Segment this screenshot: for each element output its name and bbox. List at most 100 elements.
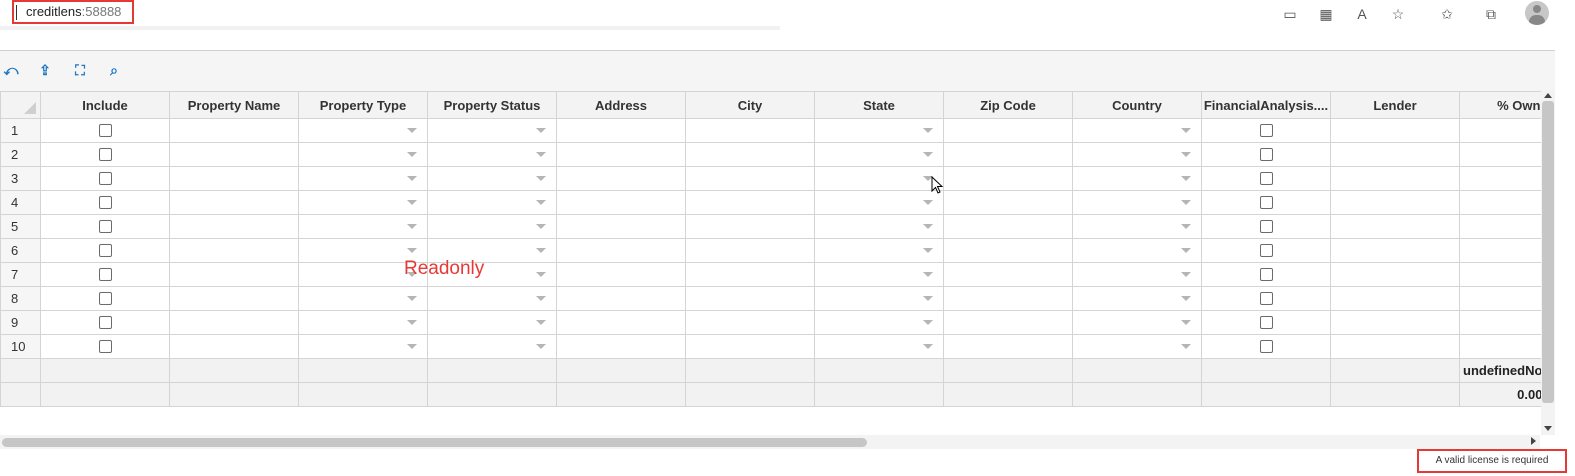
device-icon[interactable]: ▭ <box>1280 4 1300 24</box>
checkbox[interactable] <box>98 340 112 353</box>
chevron-down-icon[interactable] <box>536 128 546 133</box>
text-cell[interactable] <box>943 286 1073 311</box>
dropdown-cell[interactable] <box>814 310 944 335</box>
collections-icon[interactable]: ⧉ <box>1481 4 1501 24</box>
text-cell[interactable] <box>169 142 299 167</box>
dropdown[interactable] <box>816 192 943 214</box>
checkbox-cell[interactable] <box>1201 262 1331 287</box>
column-header[interactable]: State <box>814 91 944 119</box>
chevron-down-icon[interactable] <box>1181 320 1191 325</box>
checkbox-cell[interactable] <box>1201 334 1331 359</box>
checkbox-cell[interactable] <box>1201 238 1331 263</box>
dropdown-cell[interactable] <box>1072 190 1202 215</box>
text-cell[interactable] <box>685 334 815 359</box>
vertical-scroll-thumb[interactable] <box>1542 101 1554 403</box>
dropdown[interactable] <box>816 336 943 358</box>
text-cell[interactable] <box>685 190 815 215</box>
chevron-down-icon[interactable] <box>536 344 546 349</box>
chevron-down-icon[interactable] <box>1181 176 1191 181</box>
chevron-down-icon[interactable] <box>1181 344 1191 349</box>
text-cell[interactable] <box>169 118 299 143</box>
read-aloud-icon[interactable]: A <box>1352 4 1372 24</box>
chevron-down-icon[interactable] <box>923 152 933 157</box>
text-cell[interactable] <box>685 286 815 311</box>
chevron-down-icon[interactable] <box>923 224 933 229</box>
chevron-down-icon[interactable] <box>536 200 546 205</box>
dropdown[interactable] <box>1074 120 1201 142</box>
text-cell[interactable] <box>685 142 815 167</box>
undo-icon[interactable]: ⤺ <box>3 62 19 78</box>
chevron-down-icon[interactable] <box>1181 152 1191 157</box>
checkbox[interactable] <box>98 220 112 233</box>
chevron-down-icon[interactable] <box>923 128 933 133</box>
chevron-down-icon[interactable] <box>407 248 417 253</box>
horizontal-scroll-thumb[interactable] <box>2 438 867 447</box>
chevron-down-icon[interactable] <box>923 200 933 205</box>
dropdown-cell[interactable] <box>1072 310 1202 335</box>
chevron-down-icon[interactable] <box>407 200 417 205</box>
checkbox[interactable] <box>1259 196 1273 209</box>
dropdown-cell[interactable] <box>1072 214 1202 239</box>
checkbox[interactable] <box>98 124 112 137</box>
chevron-down-icon[interactable] <box>1181 296 1191 301</box>
checkbox[interactable] <box>1259 268 1273 281</box>
chevron-down-icon[interactable] <box>1181 200 1191 205</box>
chevron-down-icon[interactable] <box>407 320 417 325</box>
dropdown-cell[interactable] <box>1072 166 1202 191</box>
dropdown-cell[interactable] <box>427 214 557 239</box>
checkbox-cell[interactable] <box>40 334 170 359</box>
checkbox[interactable] <box>98 244 112 257</box>
dropdown-cell[interactable] <box>1072 334 1202 359</box>
dropdown[interactable] <box>300 336 427 358</box>
dropdown[interactable] <box>429 288 556 310</box>
checkbox-cell[interactable] <box>40 118 170 143</box>
chevron-down-icon[interactable] <box>536 176 546 181</box>
add-favorite-icon[interactable]: ☆ <box>1388 4 1408 24</box>
dropdown[interactable] <box>429 312 556 334</box>
text-cell[interactable] <box>943 166 1073 191</box>
checkbox[interactable] <box>1259 316 1273 329</box>
dropdown[interactable] <box>816 312 943 334</box>
profile-icon[interactable] <box>1525 1 1549 25</box>
text-cell[interactable] <box>1330 166 1460 191</box>
checkbox-cell[interactable] <box>40 166 170 191</box>
dropdown-cell[interactable] <box>298 334 428 359</box>
dropdown[interactable] <box>300 288 427 310</box>
dropdown-cell[interactable] <box>427 190 557 215</box>
dropdown[interactable] <box>1074 144 1201 166</box>
dropdown-cell[interactable] <box>814 334 944 359</box>
text-cell[interactable] <box>943 334 1073 359</box>
column-header[interactable]: Property Name <box>169 91 299 119</box>
text-cell[interactable] <box>1330 286 1460 311</box>
text-cell[interactable] <box>1458 166 1544 191</box>
chevron-down-icon[interactable] <box>407 224 417 229</box>
checkbox-cell[interactable] <box>40 142 170 167</box>
text-cell[interactable] <box>169 286 299 311</box>
column-header[interactable]: City <box>685 91 815 119</box>
dropdown-cell[interactable] <box>814 286 944 311</box>
checkbox[interactable] <box>1259 220 1273 233</box>
horizontal-scrollbar[interactable] <box>0 435 1540 449</box>
dropdown-cell[interactable] <box>427 142 557 167</box>
dropdown-cell[interactable] <box>427 166 557 191</box>
dropdown-cell[interactable] <box>814 142 944 167</box>
chevron-down-icon[interactable] <box>536 248 546 253</box>
dropdown[interactable] <box>816 240 943 262</box>
text-cell[interactable] <box>685 214 815 239</box>
text-cell[interactable] <box>1458 142 1544 167</box>
text-cell[interactable] <box>1330 238 1460 263</box>
text-cell[interactable] <box>943 118 1073 143</box>
dropdown-cell[interactable] <box>1072 238 1202 263</box>
checkbox[interactable] <box>98 268 112 281</box>
checkbox-cell[interactable] <box>1201 214 1331 239</box>
text-cell[interactable] <box>685 262 815 287</box>
chevron-down-icon[interactable] <box>923 272 933 277</box>
dropdown[interactable] <box>816 168 943 190</box>
dropdown[interactable] <box>429 168 556 190</box>
dropdown[interactable] <box>816 144 943 166</box>
text-cell[interactable] <box>556 238 686 263</box>
chevron-down-icon[interactable] <box>407 152 417 157</box>
chevron-down-icon[interactable] <box>536 296 546 301</box>
chevron-down-icon[interactable] <box>407 176 417 181</box>
checkbox[interactable] <box>1259 292 1273 305</box>
